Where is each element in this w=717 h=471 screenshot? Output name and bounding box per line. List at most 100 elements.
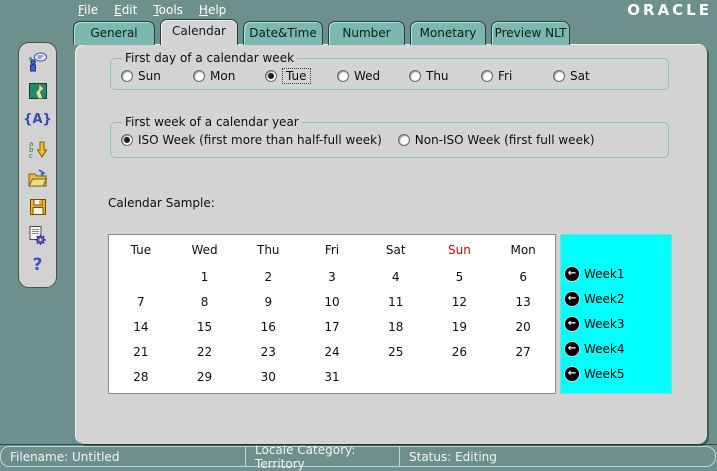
radio-iso-week[interactable]: ISO Week (first more than half-full week… bbox=[121, 133, 382, 147]
day-cell: 21 bbox=[109, 339, 173, 364]
radio-fri-circle[interactable] bbox=[481, 70, 493, 82]
new-territory-icon[interactable] bbox=[27, 80, 49, 101]
week3-label: Week3 bbox=[584, 317, 625, 331]
radio-mon-circle[interactable] bbox=[193, 70, 205, 82]
radio-wed-circle[interactable] bbox=[337, 70, 349, 82]
calendar-header-sun: Sun bbox=[428, 235, 492, 264]
radio-thu-label: Thu bbox=[426, 69, 449, 83]
radio-sat[interactable]: Sat bbox=[553, 69, 625, 83]
radio-thu-circle[interactable] bbox=[409, 70, 421, 82]
help-icon[interactable]: ? bbox=[27, 254, 49, 275]
calendar-header-mon: Mon bbox=[491, 235, 555, 264]
day-cell: 24 bbox=[300, 339, 364, 364]
menu-edit[interactable]: Edit bbox=[114, 3, 137, 17]
week3-item: ← Week3 bbox=[565, 311, 671, 336]
radio-tue[interactable]: Tue bbox=[265, 68, 337, 84]
menu-help[interactable]: Help bbox=[199, 3, 226, 17]
first-week-group-title: First week of a calendar year bbox=[122, 115, 302, 129]
tab-general[interactable]: General bbox=[73, 21, 155, 45]
radio-iso-week-circle[interactable] bbox=[121, 134, 133, 146]
radio-sun-circle[interactable] bbox=[121, 70, 133, 82]
day-cell: 18 bbox=[364, 314, 428, 339]
tab-bar: General Calendar Date&Time Number Moneta… bbox=[73, 19, 575, 45]
first-day-options: Sun Mon Tue Wed Thu Fri bbox=[121, 66, 668, 86]
day-cell: 12 bbox=[428, 289, 492, 314]
status-editing: Status: Editing bbox=[399, 446, 716, 467]
day-cell: 31 bbox=[300, 364, 364, 389]
day-cell: 15 bbox=[173, 314, 237, 339]
week2-item: ← Week2 bbox=[565, 286, 671, 311]
week5-label: Week5 bbox=[584, 367, 625, 381]
day-cell: 30 bbox=[236, 364, 300, 389]
status-locale-category: Locale Category: Territory bbox=[245, 446, 400, 467]
day-cell: 23 bbox=[236, 339, 300, 364]
radio-non-iso-week-circle[interactable] bbox=[398, 134, 410, 146]
day-cell: 27 bbox=[491, 339, 555, 364]
radio-wed[interactable]: Wed bbox=[337, 69, 409, 83]
tab-calendar[interactable]: Calendar bbox=[160, 19, 238, 45]
new-charset-icon[interactable]: {A} bbox=[27, 109, 49, 130]
week1-label: Week1 bbox=[584, 267, 625, 281]
day-cell: 29 bbox=[173, 364, 237, 389]
day-cell: 28 bbox=[109, 364, 173, 389]
radio-non-iso-week[interactable]: Non-ISO Week (first full week) bbox=[398, 133, 595, 147]
day-cell: 22 bbox=[173, 339, 237, 364]
menu-items: File Edit Tools Help bbox=[78, 3, 226, 17]
radio-mon[interactable]: Mon bbox=[193, 69, 265, 83]
day-cell: 4 bbox=[364, 264, 428, 289]
day-cell: 16 bbox=[236, 314, 300, 339]
day-cell: 26 bbox=[428, 339, 492, 364]
first-week-group: First week of a calendar year ISO Week (… bbox=[110, 115, 669, 158]
day-cell: 5 bbox=[428, 264, 492, 289]
radio-sun[interactable]: Sun bbox=[121, 69, 193, 83]
week4-label: Week4 bbox=[584, 342, 625, 356]
radio-sat-circle[interactable] bbox=[553, 70, 565, 82]
day-cell: 6 bbox=[491, 264, 555, 289]
generate-nlb-icon[interactable] bbox=[27, 225, 49, 246]
radio-thu[interactable]: Thu bbox=[409, 69, 481, 83]
tab-number[interactable]: Number bbox=[328, 21, 405, 45]
day-cell bbox=[109, 264, 173, 289]
menu-tools[interactable]: Tools bbox=[153, 3, 183, 17]
week5-item: ← Week5 bbox=[565, 361, 671, 386]
open-icon[interactable] bbox=[27, 167, 49, 188]
day-cell: 3 bbox=[300, 264, 364, 289]
radio-iso-week-label: ISO Week (first more than half-full week… bbox=[138, 133, 382, 147]
new-language-icon[interactable] bbox=[27, 51, 49, 72]
day-cell bbox=[491, 364, 555, 389]
day-cell: 19 bbox=[428, 314, 492, 339]
new-linguistic-sort-icon[interactable]: a b c bbox=[27, 138, 49, 159]
day-cell: 1 bbox=[173, 264, 237, 289]
day-cell: 13 bbox=[491, 289, 555, 314]
radio-tue-circle[interactable] bbox=[265, 70, 277, 82]
menu-file[interactable]: File bbox=[78, 3, 98, 17]
day-cell bbox=[428, 364, 492, 389]
day-cell: 8 bbox=[173, 289, 237, 314]
tab-monetary[interactable]: Monetary bbox=[410, 21, 486, 45]
left-arrow-icon: ← bbox=[565, 292, 579, 306]
save-icon[interactable] bbox=[27, 196, 49, 217]
day-cell: 17 bbox=[300, 314, 364, 339]
day-cell bbox=[364, 364, 428, 389]
calendar-sample-label: Calendar Sample: bbox=[108, 196, 215, 210]
radio-fri[interactable]: Fri bbox=[481, 69, 553, 83]
radio-non-iso-week-label: Non-ISO Week (first full week) bbox=[415, 133, 595, 147]
tab-preview-nlt[interactable]: Preview NLT bbox=[491, 21, 570, 45]
radio-sun-label: Sun bbox=[138, 69, 161, 83]
left-arrow-icon: ← bbox=[565, 317, 579, 331]
oracle-logo: ORACLE bbox=[627, 1, 712, 19]
day-cell: 2 bbox=[236, 264, 300, 289]
tab-datetime[interactable]: Date&Time bbox=[243, 21, 323, 45]
first-week-options: ISO Week (first more than half-full week… bbox=[121, 130, 668, 150]
first-day-group: First day of a calendar week Sun Mon Tue… bbox=[110, 51, 669, 90]
day-cell: 25 bbox=[364, 339, 428, 364]
week4-item: ← Week4 bbox=[565, 336, 671, 361]
calendar-header-tue: Tue bbox=[109, 235, 173, 264]
left-arrow-icon: ← bbox=[565, 342, 579, 356]
calendar-header-thu: Thu bbox=[236, 235, 300, 264]
left-arrow-icon: ← bbox=[565, 267, 579, 281]
status-bar: Filename: Untitled Locale Category: Terr… bbox=[0, 444, 717, 467]
day-cell: 9 bbox=[236, 289, 300, 314]
radio-tue-label: Tue bbox=[282, 68, 311, 84]
svg-text:c: c bbox=[29, 152, 33, 159]
